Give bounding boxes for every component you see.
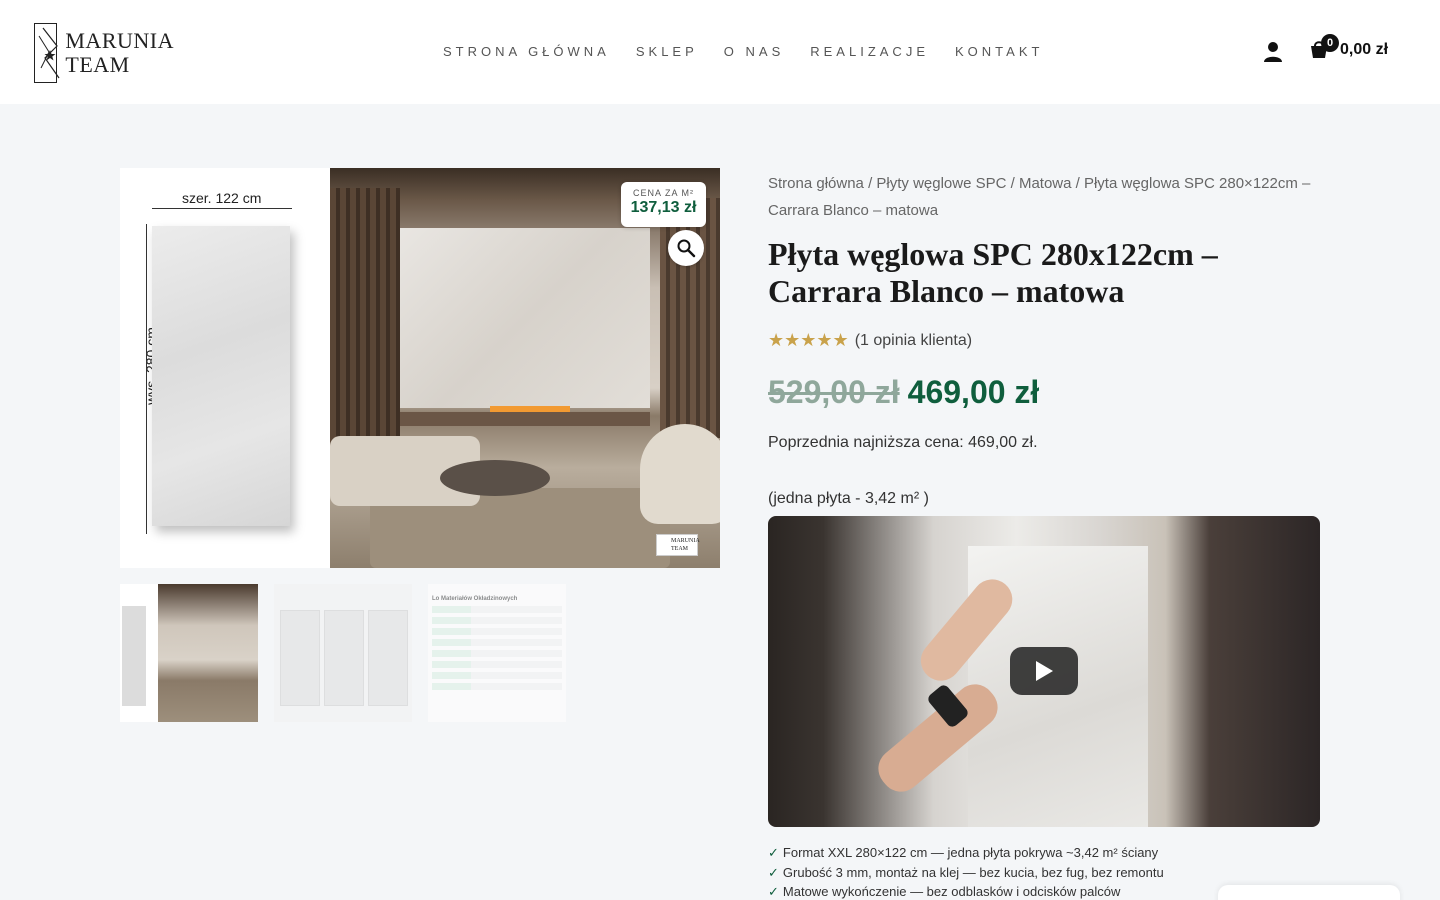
watermark-logo: MARUNIA TEAM <box>656 534 700 556</box>
price-block: 529,00 zł 469,00 zł <box>768 374 1039 411</box>
feature-text: Matowe wykończenie — bez odblasków i odc… <box>782 884 1121 899</box>
zoom-button[interactable] <box>668 230 704 266</box>
nav-item-about[interactable]: O NAS <box>724 44 784 59</box>
thumbnail-2[interactable] <box>274 584 412 722</box>
check-icon: ✓ <box>768 864 779 880</box>
watermark-line-1: MARUNIA <box>671 538 700 544</box>
feature-item: ✓ Format XXL 280×122 cm — jedna płyta pok… <box>768 843 1164 863</box>
plate-area-note: (jedna płyta - 3,42 m² ) <box>768 490 929 507</box>
cart-total: 0,00 zł <box>1340 41 1389 58</box>
feature-text: Format XXL 280×122 cm — jedna płyta pokr… <box>782 845 1159 860</box>
nav-item-home[interactable]: STRONA GŁÓWNA <box>443 44 610 59</box>
logo-line-1: MARUNIA <box>65 28 174 53</box>
product-rating: ★★★★★ (1 opinia klienta) <box>768 330 972 351</box>
nav-item-contact[interactable]: KONTAKT <box>955 44 1043 59</box>
room-visualization <box>330 168 720 568</box>
gallery-thumbnails: Lo Materiałów Okładzinowych <box>120 584 566 722</box>
thumbnail-1[interactable] <box>120 584 258 722</box>
thumb-slab <box>122 606 146 706</box>
user-account-icon[interactable] <box>1262 40 1284 64</box>
wood-slats-left <box>330 188 400 448</box>
product-video[interactable] <box>768 516 1320 827</box>
marble-wall <box>400 228 650 408</box>
logo-line-2: TEAM <box>65 52 130 77</box>
star-rating-icon: ★★★★★ <box>768 330 849 350</box>
logo-mark-icon <box>34 23 60 83</box>
logo-text: MARUNIA TEAM <box>65 29 174 77</box>
cart-count-badge: 0 <box>1321 34 1339 52</box>
site-logo[interactable]: MARUNIA TEAM <box>34 22 174 84</box>
magnifier-icon <box>677 239 696 258</box>
height-dimension-line <box>146 224 147 534</box>
watermark-line-2: TEAM <box>671 546 688 552</box>
dimension-panel: szer. 122 cm wys. 280 cm <box>120 168 330 568</box>
feature-text: Grubość 3 mm, montaż na klej — bez kucia… <box>782 864 1164 880</box>
thumb-table-row <box>432 639 562 646</box>
price-per-m2-label: CENA ZA M² <box>632 188 694 198</box>
play-icon <box>1036 661 1053 681</box>
armchair <box>640 424 720 524</box>
width-dimension-line <box>152 208 292 209</box>
thumb-table-row <box>432 628 562 635</box>
feature-list: ✓ Format XXL 280×122 cm — jedna płyta pok… <box>768 843 1164 900</box>
thumb-table-title: Lo Materiałów Okładzinowych <box>432 596 518 602</box>
feature-item: ✓ Matowe wykończenie — bez odblasków i od… <box>768 882 1164 900</box>
thumb-table-row <box>432 617 562 624</box>
thumbnail-3[interactable]: Lo Materiałów Okładzinowych <box>428 584 566 722</box>
thumb-panel <box>280 610 320 706</box>
tv-console <box>400 412 650 426</box>
product-title: Płyta węglowa SPC 280x122cm – Carrara Bl… <box>768 236 1218 309</box>
thumb-table-row <box>432 683 562 690</box>
check-icon: ✓ <box>768 845 779 860</box>
width-dimension-label: szer. 122 cm <box>182 190 262 206</box>
lowest-price-note: Poprzednia najniższa cena: 469,00 zł. <box>768 434 1038 451</box>
nav-item-shop[interactable]: SKLEP <box>636 44 698 59</box>
floating-widget[interactable] <box>1218 885 1400 900</box>
check-icon: ✓ <box>768 884 779 899</box>
shopping-bag-icon: 0 <box>1308 34 1339 60</box>
reviews-link[interactable]: (1 opinia klienta) <box>855 332 972 350</box>
coffee-table <box>440 460 550 496</box>
fireplace <box>490 406 570 412</box>
price-per-m2-badge: CENA ZA M² 137,13 zł <box>621 182 706 227</box>
sale-price: 469,00 zł <box>907 374 1040 410</box>
product-main-image[interactable]: szer. 122 cm wys. 280 cm MARUNIA TEAM <box>120 168 720 568</box>
thumb-panel <box>368 610 408 706</box>
thumb-room <box>158 584 258 722</box>
breadcrumb[interactable]: Strona główna / Płyty węglowe SPC / Mato… <box>768 170 1328 224</box>
thumb-dimension-part <box>120 584 158 722</box>
price-per-m2-value: 137,13 zł <box>630 199 697 216</box>
thumb-table-row <box>432 661 562 668</box>
thumb-panel <box>324 610 364 706</box>
thumb-table-row <box>432 672 562 679</box>
thumb-table-row <box>432 606 562 613</box>
old-price: 529,00 zł <box>768 374 900 410</box>
nav-item-projects[interactable]: REALIZACJE <box>810 44 929 59</box>
cart-button[interactable]: 0 0,00 zł <box>1308 34 1389 60</box>
site-header: MARUNIA TEAM STRONA GŁÓWNA SKLEP O NAS R… <box>0 0 1440 104</box>
marble-slab-illustration <box>152 226 290 526</box>
feature-item: ✓ Grubość 3 mm, montaż na klej — bez kuci… <box>768 863 1164 883</box>
play-button[interactable] <box>1010 647 1078 695</box>
main-nav: STRONA GŁÓWNA SKLEP O NAS REALIZACJE KON… <box>443 44 1043 59</box>
thumb-table-row <box>432 650 562 657</box>
